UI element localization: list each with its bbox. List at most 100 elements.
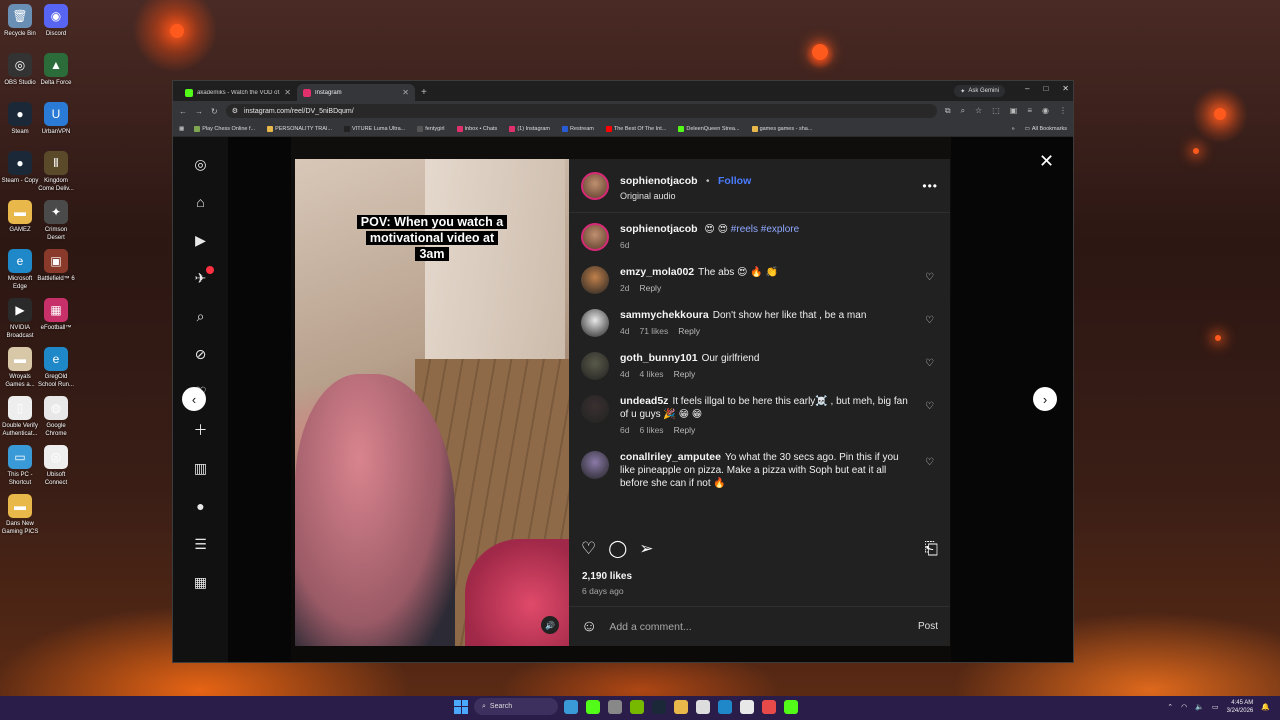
notifications-bell-icon[interactable]: 🔔 [1261,703,1270,711]
description-hashtags[interactable]: #reels #explore [731,224,799,235]
clock[interactable]: 4:45 AM 3/24/2026 [1227,699,1254,715]
desktop-icon[interactable]: e Microsoft Edge [0,249,40,291]
close-window-icon[interactable]: ✕ [1062,84,1069,93]
desktop-icon[interactable]: ▯ Double Verify Authenticat... [0,396,40,438]
desktop-icon[interactable]: ▦ eFootball™ [36,298,76,332]
desktop-icon[interactable]: ◎ OBS Studio [0,53,40,87]
site-info-icon[interactable]: ⚙ [232,107,238,115]
commenter-username[interactable]: sammychekkoura [620,309,709,321]
bookmark-item[interactable]: (1) Instagram [509,125,550,132]
commenter-avatar[interactable] [581,266,609,294]
browser-menu-icon[interactable]: ⋮ [1059,106,1067,116]
like-comment-heart-icon[interactable]: ♡ [925,401,934,412]
like-comment-heart-icon[interactable]: ♡ [925,315,934,326]
emoji-picker-icon[interactable]: ☺ [581,618,597,636]
reply-button[interactable]: Reply [674,368,696,381]
taskbar-app-icon[interactable] [740,699,754,714]
taskbar-app-icon[interactable] [784,699,798,714]
desktop-icon[interactable]: ▲ Delta Force [36,53,76,87]
comment-bubble-icon[interactable]: ◯ [608,539,627,559]
media-icon[interactable]: ≡ [1027,106,1032,116]
split-view-icon[interactable]: ▣ [1010,106,1018,116]
search-icon[interactable]: ⌕ [192,307,210,325]
battery-icon[interactable]: ▭ [1212,703,1219,711]
desktop-icon[interactable]: ▭ This PC - Shortcut [0,445,40,487]
instagram-logo-icon[interactable]: ◎ [192,155,210,173]
author-username[interactable]: sophienotjacob [620,175,698,187]
forward-icon[interactable]: → [195,107,203,116]
author-avatar[interactable] [581,223,609,251]
like-comment-heart-icon[interactable]: ♡ [925,272,934,283]
taskbar-app-icon[interactable] [586,699,600,714]
install-app-icon[interactable]: ⧉ [945,106,951,116]
desktop-icon[interactable]: e GregOld School Run... [36,347,76,389]
bookmark-item[interactable]: DeleenQueen Strea... [678,125,740,132]
reels-icon[interactable]: ▶ [192,231,210,249]
new-tab-button[interactable]: + [421,87,427,98]
address-bar[interactable]: ⚙ instagram.com/reel/DV_5niBDqum/ [225,104,937,118]
more-menu-icon[interactable]: ☰ [192,535,210,553]
extensions-icon[interactable]: ⬚ [992,106,1000,116]
messages-icon[interactable]: ✈ [192,266,214,287]
desktop-icon[interactable]: U UrbanVPN [36,102,76,136]
audio-toggle-icon[interactable]: 🔊 [541,616,559,634]
reload-icon[interactable]: ↻ [211,107,218,116]
all-bookmarks-folder[interactable]: ▭ All Bookmarks [1025,126,1067,132]
bookmark-item[interactable]: Restream [562,125,594,132]
maximize-icon[interactable]: □ [1043,84,1048,93]
description-username[interactable]: sophienotjacob [620,223,698,235]
save-bookmark-icon[interactable]: ⎗ [924,539,938,559]
bookmark-star-icon[interactable]: ☆ [975,106,982,116]
comment-likes[interactable]: 71 likes [639,325,668,338]
bookmark-item[interactable]: fentygirl [417,125,445,132]
bookmark-item[interactable]: Play Chess Online f... [194,125,255,132]
comment-likes[interactable]: 4 likes [639,368,663,381]
like-comment-heart-icon[interactable]: ♡ [925,457,934,468]
home-icon[interactable]: ⌂ [192,193,210,211]
also-from-meta-icon[interactable]: ▦ [192,573,210,591]
desktop-icon[interactable]: ▣ Battlefield™ 6 [36,249,76,283]
profile-icon[interactable]: ◉ [1042,106,1049,116]
close-tab-icon[interactable]: ✕ [402,88,409,97]
browser-tab[interactable]: Instagram ✕ [297,84,415,101]
taskbar-app-icon[interactable] [564,699,578,714]
like-heart-icon[interactable]: ♡ [581,539,596,559]
comment-input[interactable] [609,620,906,633]
audio-label[interactable]: Original audio [620,191,922,201]
reply-button[interactable]: Reply [639,282,661,295]
desktop-icon[interactable]: Ⅱ Kingdom Come Deliv... [36,151,76,193]
post-comment-button[interactable]: Post [918,621,938,632]
volume-icon[interactable]: 🔈 [1195,703,1204,711]
previous-post-arrow-icon[interactable]: ‹ [182,387,206,411]
desktop-icon[interactable]: 🗑 Recycle Bin [0,4,40,38]
commenter-username[interactable]: conallriley_amputee [620,451,721,463]
back-icon[interactable]: ← [179,107,187,116]
comment-likes[interactable]: 6 likes [639,424,663,437]
profile-avatar-icon[interactable]: ● [192,497,210,515]
desktop-icon[interactable]: ▬ GAMEZ [0,200,40,234]
close-tab-icon[interactable]: ✕ [284,88,291,97]
commenter-avatar[interactable] [581,352,609,380]
like-comment-heart-icon[interactable]: ♡ [925,358,934,369]
close-modal-icon[interactable]: ✕ [1039,151,1054,172]
create-icon[interactable]: ＋ [192,421,210,439]
author-avatar[interactable] [581,171,609,200]
more-options-icon[interactable]: ••• [922,179,938,193]
taskbar-app-icon[interactable] [652,699,666,714]
zoom-icon[interactable]: ⌕ [961,106,965,116]
taskbar-app-icon[interactable] [608,699,622,714]
share-send-icon[interactable]: ➢ [639,539,653,559]
ask-gemini-button[interactable]: ✦ Ask Gemini [954,85,1005,97]
taskbar-app-icon[interactable] [674,699,688,714]
commenter-username[interactable]: emzy_mola002 [620,266,694,278]
follow-button[interactable]: Follow [718,175,751,187]
taskbar-search[interactable]: ⌕ Search [474,698,558,715]
bookmark-item[interactable]: The Best Of The Int... [605,125,666,132]
next-post-arrow-icon[interactable]: › [1033,387,1057,411]
browser-tab[interactable]: akademiks - Watch the VOD of... ✕ [179,84,297,101]
apps-icon[interactable]: ▦ [179,126,184,132]
bookmark-item[interactable]: games games - sha... [751,125,812,132]
desktop-icon[interactable]: ▬ Dans New Gaming PICS [0,494,40,536]
minimize-icon[interactable]: – [1025,84,1029,93]
dashboard-icon[interactable]: ▥ [192,459,210,477]
